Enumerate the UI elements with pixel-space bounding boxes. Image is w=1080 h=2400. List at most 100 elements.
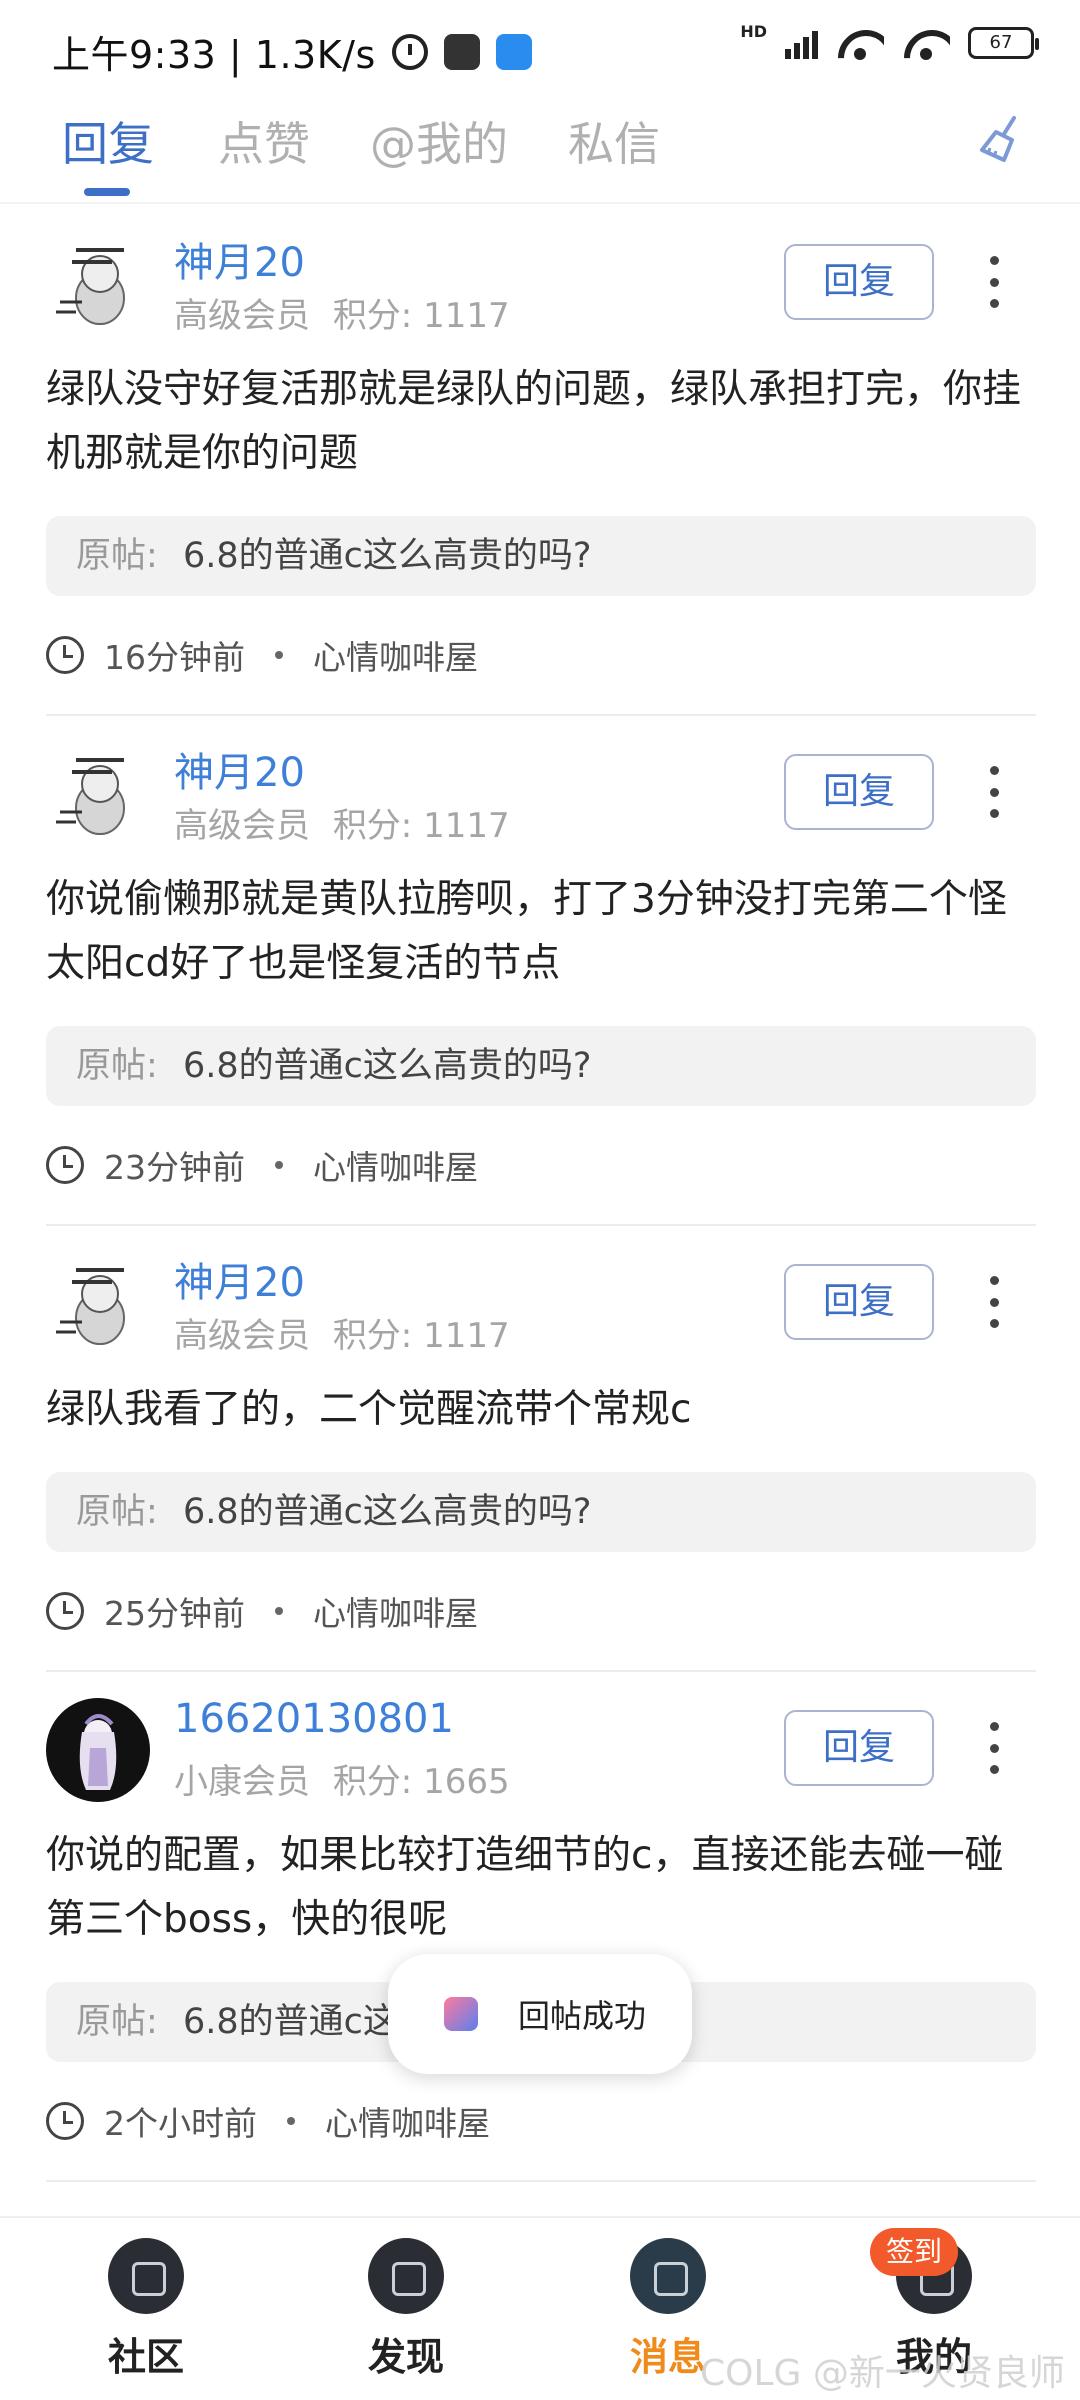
messages-lotus-icon — [630, 2238, 706, 2314]
clock-icon — [46, 2102, 84, 2140]
welink-app-icon — [495, 33, 532, 70]
nav-item-discover[interactable]: 发现 — [336, 2238, 476, 2388]
time-ago: 25分钟前 — [104, 1594, 245, 1633]
wifi-calling-icon — [902, 26, 950, 60]
reply-meta: 25分钟前 心情咖啡屋 — [46, 1586, 478, 1636]
username[interactable]: 神月20 — [174, 1250, 305, 1308]
signal-icon — [785, 27, 818, 59]
avatar[interactable] — [46, 742, 150, 846]
original-post-label: 原帖: — [76, 1492, 158, 1532]
tab-replies[interactable]: 回复 — [62, 108, 154, 174]
user-meta: 高级会员 积分: 1117 — [174, 288, 510, 337]
reply-button[interactable]: 回复 — [784, 1710, 934, 1786]
username[interactable]: 16620130801 — [174, 1696, 454, 1742]
time-ago: 16分钟前 — [104, 638, 245, 677]
success-toast: 回帖成功 — [388, 1954, 692, 2074]
sketch-avatar-icon — [56, 248, 125, 325]
nav-label: 发现 — [367, 2335, 444, 2379]
score-text: 积分: 1665 — [332, 1762, 510, 1802]
original-post-label: 原帖: — [76, 536, 158, 576]
reply-meta: 23分钟前 心情咖啡屋 — [46, 1140, 478, 1190]
original-post-link[interactable]: 原帖: 6.8的普通c这么高贵的吗? — [46, 516, 1036, 596]
reply-feed: 神月20 高级会员 积分: 1117 回复 绿队没守好复活那就是绿队的问题，绿队… — [0, 206, 1080, 2182]
status-time: 上午9:33 | 1.3K/s — [52, 33, 376, 77]
toast-message: 回帖成功 — [518, 1997, 647, 2035]
reply-card[interactable]: 神月20 高级会员 积分: 1117 回复 你说偷懒那就是黄队拉胯呗，打了3分钟… — [0, 716, 1080, 1226]
signin-badge[interactable]: 签到 — [870, 2228, 959, 2276]
active-tab-indicator — [84, 188, 130, 196]
original-post-label: 原帖: — [76, 1046, 158, 1086]
reply-meta: 16分钟前 心情咖啡屋 — [46, 630, 478, 680]
forum-name[interactable]: 心情咖啡屋 — [313, 1141, 478, 1189]
score-text: 积分: 1117 — [332, 1316, 510, 1356]
reply-card[interactable]: 神月20 高级会员 积分: 1117 回复 绿队我看了的，二个觉醒流带个常规c … — [0, 1226, 1080, 1672]
member-level: 小康会员 — [174, 1762, 310, 1802]
avatar[interactable] — [46, 1698, 150, 1802]
member-level: 高级会员 — [174, 806, 310, 846]
tab-private-messages[interactable]: 私信 — [568, 108, 660, 174]
status-left: 上午9:33 | 1.3K/s — [52, 24, 532, 79]
tab-likes[interactable]: 点赞 — [218, 108, 310, 174]
more-options-icon[interactable] — [986, 256, 1002, 308]
sketch-avatar-icon — [56, 758, 125, 835]
reply-content[interactable]: 你说偷懒那就是黄队拉胯呗，打了3分钟没打完第二个怪太阳cd好了也是怪复活的节点 — [46, 868, 1042, 996]
reply-content[interactable]: 你说的配置，如果比较打造细节的c，直接还能去碰一碰第三个boss，快的很呢 — [46, 1824, 1042, 1952]
discover-icon — [368, 2238, 444, 2314]
reply-button[interactable]: 回复 — [784, 1264, 934, 1340]
divider — [46, 2180, 1036, 2182]
sketch-avatar-icon — [56, 1268, 125, 1345]
more-options-icon[interactable] — [986, 1276, 1002, 1328]
clock-icon — [46, 1146, 84, 1184]
avatar[interactable] — [46, 1252, 150, 1356]
forum-name[interactable]: 心情咖啡屋 — [313, 1587, 478, 1635]
original-post-link[interactable]: 原帖: 6.8的普通c这么高贵的吗? — [46, 1472, 1036, 1552]
reply-card[interactable]: 神月20 高级会员 积分: 1117 回复 绿队没守好复活那就是绿队的问题，绿队… — [0, 206, 1080, 716]
more-options-icon[interactable] — [986, 1722, 1002, 1774]
forum-name[interactable]: 心情咖啡屋 — [313, 631, 478, 679]
separator-dot — [275, 651, 283, 659]
reply-meta: 2个小时前 心情咖啡屋 — [46, 2096, 490, 2146]
user-meta: 小康会员 积分: 1665 — [174, 1754, 510, 1803]
nav-label: 社区 — [107, 2335, 184, 2379]
score-text: 积分: 1117 — [332, 806, 510, 846]
username[interactable]: 神月20 — [174, 230, 305, 288]
tab-mentions[interactable]: @我的 — [370, 108, 508, 174]
anime-character-avatar-icon — [79, 1714, 117, 1790]
separator-dot — [275, 1607, 283, 1615]
member-level: 高级会员 — [174, 1316, 310, 1356]
battery-icon: 67 — [968, 27, 1039, 59]
forum-name[interactable]: 心情咖啡屋 — [325, 2097, 490, 2145]
time-ago: 23分钟前 — [104, 1148, 245, 1187]
watermark: COLG @新一火贤良师 — [700, 2353, 1065, 2394]
more-options-icon[interactable] — [986, 766, 1002, 818]
reply-button[interactable]: 回复 — [784, 244, 934, 320]
original-post-link[interactable]: 原帖: 6.8的普通c这么高贵的吗? — [46, 1026, 1036, 1106]
nav-item-community[interactable]: 社区 — [76, 2238, 216, 2388]
clear-broom-icon[interactable] — [974, 114, 1026, 166]
reply-button[interactable]: 回复 — [784, 754, 934, 830]
avatar[interactable] — [46, 232, 150, 336]
reply-content[interactable]: 绿队我看了的，二个觉醒流带个常规c — [46, 1378, 1042, 1442]
message-tab-bar: 回复 点赞 @我的 私信 — [0, 96, 1080, 204]
time-ago: 2个小时前 — [104, 2104, 257, 2143]
original-post-title: 6.8的普通c这么高贵的吗? — [182, 1046, 592, 1086]
alarm-icon — [391, 33, 428, 70]
original-post-title: 6.8的普通c这么高贵的吗? — [182, 536, 592, 576]
user-meta: 高级会员 积分: 1117 — [174, 1308, 510, 1357]
status-bar: 上午9:33 | 1.3K/s HD 67 — [0, 0, 1080, 96]
reply-content[interactable]: 绿队没守好复活那就是绿队的问题，绿队承担打完，你挂机那就是你的问题 — [46, 358, 1042, 486]
hd-indicator: HD — [740, 21, 767, 41]
reply-card[interactable]: 16620130801 小康会员 积分: 1665 回复 你说的配置，如果比较打… — [0, 1672, 1080, 2182]
separator-dot — [287, 2117, 295, 2125]
clock-icon — [46, 636, 84, 674]
clock-icon — [46, 1592, 84, 1630]
colg-app-icon — [444, 1997, 478, 2031]
wallet-app-icon — [443, 33, 480, 70]
score-text: 积分: 1117 — [332, 296, 510, 336]
username[interactable]: 神月20 — [174, 740, 305, 798]
community-icon — [108, 2238, 184, 2314]
original-post-title: 6.8的普通c这么高贵的吗? — [182, 1492, 592, 1532]
separator-dot — [275, 1161, 283, 1169]
member-level: 高级会员 — [174, 296, 310, 336]
user-meta: 高级会员 积分: 1117 — [174, 798, 510, 847]
